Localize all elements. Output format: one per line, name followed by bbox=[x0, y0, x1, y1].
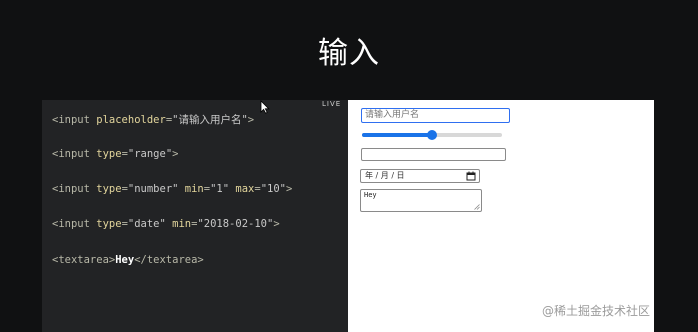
username-input[interactable]: 请输入用户名 bbox=[361, 108, 510, 123]
range-slider-thumb[interactable] bbox=[427, 130, 437, 140]
code-editor[interactable]: <input placeholder="请输入用户名"> <input type… bbox=[42, 100, 348, 332]
code-line-number[interactable]: <input type="number" min="1" max="10"> bbox=[52, 183, 292, 195]
code-line-date[interactable]: <input type="date" min="2018-02-10"> bbox=[52, 218, 280, 230]
textarea[interactable]: Hey bbox=[360, 189, 482, 212]
live-label: LIVE bbox=[322, 100, 342, 108]
calendar-icon[interactable] bbox=[466, 171, 476, 181]
date-placeholder: 年 / 月 / 日 bbox=[365, 171, 405, 180]
code-line-range[interactable]: <input type="range"> bbox=[52, 148, 178, 160]
range-slider[interactable] bbox=[362, 130, 502, 140]
live-preview-pane: 请输入用户名 年 / 月 / 日 Hey bbox=[348, 100, 654, 332]
range-slider-fill bbox=[362, 133, 432, 137]
textarea-value: Hey bbox=[364, 191, 377, 199]
slide-title: 输入 bbox=[318, 36, 380, 71]
mouse-cursor-icon bbox=[260, 100, 270, 114]
code-line-textarea[interactable]: <textarea>Hey</textarea> bbox=[52, 254, 204, 266]
watermark: @稀土掘金技术社区 bbox=[542, 304, 651, 318]
number-input[interactable] bbox=[361, 148, 506, 161]
code-line-placeholder[interactable]: <input placeholder="请输入用户名"> bbox=[52, 112, 254, 127]
date-input[interactable]: 年 / 月 / 日 bbox=[360, 169, 480, 183]
resize-handle-icon[interactable] bbox=[474, 204, 480, 210]
